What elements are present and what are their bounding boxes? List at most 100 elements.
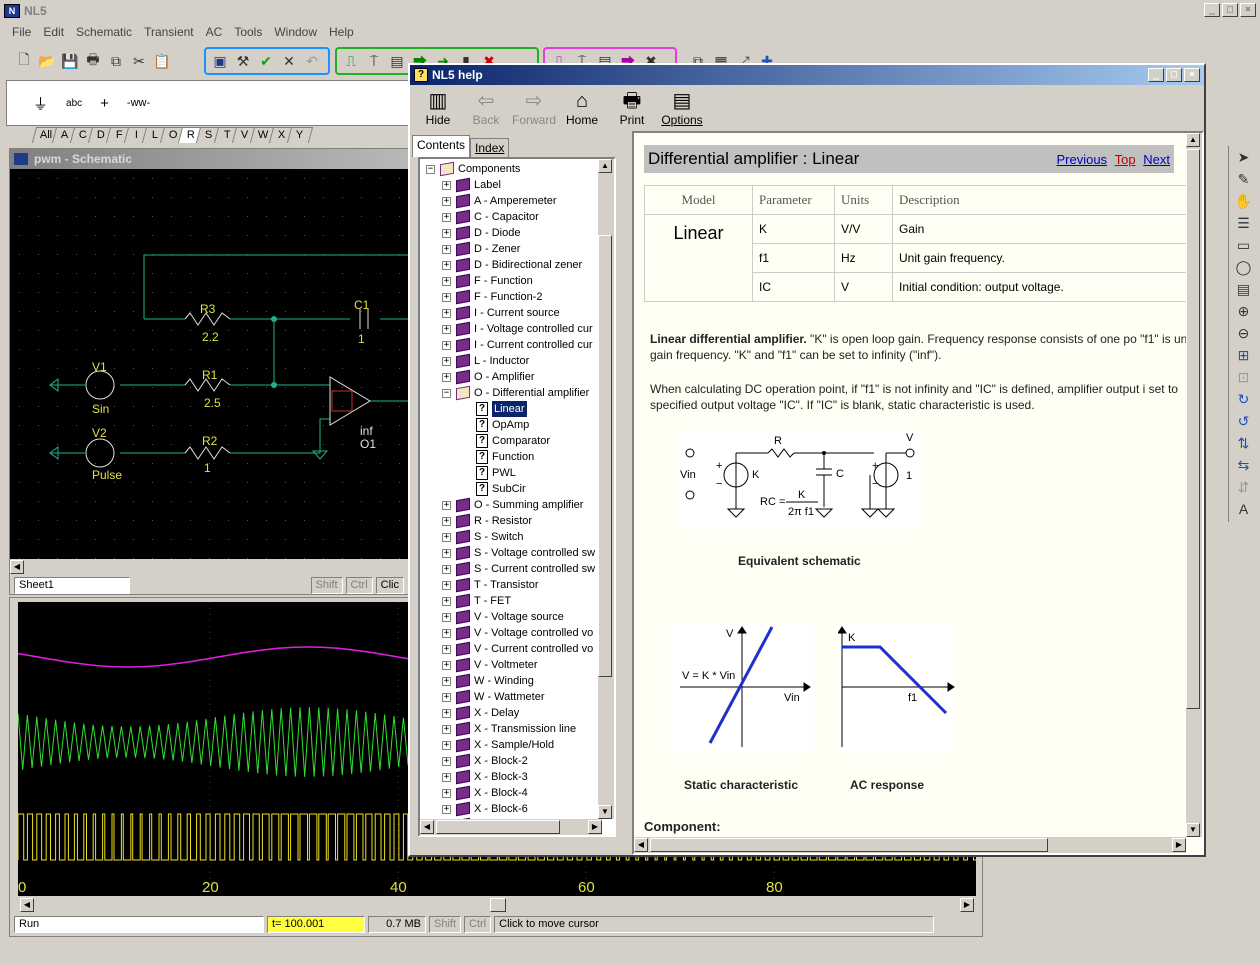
print-button[interactable]: 🖶 Print bbox=[608, 89, 656, 127]
tree-item[interactable]: + X - Delay bbox=[420, 705, 614, 721]
expand-icon[interactable]: + bbox=[442, 597, 451, 606]
tree-vscroll[interactable]: ▲ ▼ bbox=[598, 159, 614, 819]
expand-icon[interactable]: + bbox=[442, 661, 451, 670]
tree-item[interactable]: − O - Differential amplifier bbox=[420, 385, 614, 401]
expand-icon[interactable]: + bbox=[442, 805, 451, 814]
tree-item[interactable]: + D - Bidirectional zener bbox=[420, 257, 614, 273]
wave-scroll-right[interactable]: ▶ bbox=[960, 898, 974, 912]
zoom-in-icon[interactable]: ⊕ bbox=[1233, 300, 1255, 322]
expand-icon[interactable]: + bbox=[442, 341, 451, 350]
new-file-icon[interactable]: 🗋 bbox=[14, 51, 34, 71]
expand-icon[interactable]: + bbox=[442, 181, 451, 190]
expand-icon[interactable]: + bbox=[442, 501, 451, 510]
expand-icon[interactable]: + bbox=[442, 613, 451, 622]
pencil-icon[interactable]: ✎ bbox=[1233, 168, 1255, 190]
select-arrow-icon[interactable]: ➤ bbox=[1233, 146, 1255, 168]
tree-scroll-down[interactable]: ▼ bbox=[598, 805, 612, 819]
content-scroll-left[interactable]: ◀ bbox=[634, 838, 648, 852]
tree-item[interactable]: + D - Diode bbox=[420, 225, 614, 241]
rotate-cw-icon[interactable]: ↻ bbox=[1233, 388, 1255, 410]
expand-icon[interactable]: + bbox=[442, 549, 451, 558]
tree-item[interactable]: + X - Block-4 bbox=[420, 785, 614, 801]
tree-item[interactable]: + O - Summing amplifier bbox=[420, 497, 614, 513]
tree-item[interactable]: + L - Inductor bbox=[420, 353, 614, 369]
tree-item[interactable]: + C - Capacitor bbox=[420, 209, 614, 225]
menu-file[interactable]: File bbox=[6, 25, 37, 39]
zoom-box-icon[interactable]: ⊡ bbox=[1233, 366, 1255, 388]
tree-hscroll[interactable]: ◀ ▶ bbox=[420, 819, 602, 835]
tree-item[interactable]: + X - Block-6 bbox=[420, 801, 614, 817]
print-icon[interactable]: 🖶 bbox=[83, 51, 103, 71]
tree-item[interactable]: + I - Voltage controlled cur bbox=[420, 321, 614, 337]
forward-button[interactable]: ⇨ Forward bbox=[510, 89, 558, 127]
swap-icon[interactable]: ⇵ bbox=[1233, 476, 1255, 498]
tree-item[interactable]: + X - Transmission line bbox=[420, 721, 614, 737]
menu-schematic[interactable]: Schematic bbox=[70, 25, 138, 39]
menu-transient[interactable]: Transient bbox=[138, 25, 200, 39]
probe-icon[interactable]: ⍑ bbox=[364, 51, 384, 71]
tree-item[interactable]: + V - Current controlled vo bbox=[420, 641, 614, 657]
wave-scroll-left[interactable]: ◀ bbox=[20, 898, 34, 912]
menu-help[interactable]: Help bbox=[323, 25, 360, 39]
label-symbol[interactable]: abc bbox=[66, 98, 82, 109]
tab-contents[interactable]: Contents bbox=[412, 135, 471, 157]
expand-icon[interactable]: + bbox=[442, 789, 451, 798]
align-icon[interactable]: ☰ bbox=[1233, 212, 1255, 234]
menu-edit[interactable]: Edit bbox=[37, 25, 70, 39]
collapse-icon[interactable]: − bbox=[426, 165, 435, 174]
tree-item[interactable]: + D - Zener bbox=[420, 241, 614, 257]
tree-item[interactable]: − Components bbox=[420, 161, 614, 177]
content-scroll-up[interactable]: ▲ bbox=[1186, 133, 1200, 147]
tree-hscroll-thumb[interactable] bbox=[436, 820, 560, 834]
tree-item[interactable]: + W - Winding bbox=[420, 673, 614, 689]
waveform-hscroll[interactable]: ◀ ▶ bbox=[18, 897, 976, 913]
expand-icon[interactable]: + bbox=[442, 741, 451, 750]
tree-item[interactable]: + S - Voltage controlled sw bbox=[420, 545, 614, 561]
options-button[interactable]: ▤ Options bbox=[658, 89, 706, 127]
collapse-icon[interactable]: − bbox=[442, 389, 451, 398]
previous-link[interactable]: Previous bbox=[1056, 152, 1107, 167]
expand-icon[interactable]: + bbox=[442, 693, 451, 702]
expand-icon[interactable]: + bbox=[442, 581, 451, 590]
menu-window[interactable]: Window bbox=[268, 25, 323, 39]
close-button[interactable]: × bbox=[1240, 3, 1256, 17]
expand-icon[interactable]: + bbox=[442, 757, 451, 766]
open-file-icon[interactable]: 📂 bbox=[37, 51, 57, 71]
undo-icon[interactable]: ↶ bbox=[302, 51, 322, 71]
expand-icon[interactable]: + bbox=[442, 725, 451, 734]
tree-item[interactable]: + V - Voltage source bbox=[420, 609, 614, 625]
tree-item[interactable]: + I - Current source bbox=[420, 305, 614, 321]
tree-item[interactable]: + S - Current controlled sw bbox=[420, 561, 614, 577]
tree-scroll-right[interactable]: ▶ bbox=[588, 820, 602, 834]
tools-icon[interactable]: ⚒ bbox=[233, 51, 253, 71]
scroll-left-button[interactable]: ◀ bbox=[10, 560, 24, 574]
tree-item[interactable]: ? PWL bbox=[420, 465, 614, 481]
tree-scroll-thumb[interactable] bbox=[598, 235, 612, 677]
expand-icon[interactable]: + bbox=[442, 629, 451, 638]
junction-symbol[interactable]: + bbox=[100, 95, 109, 112]
flip-vertical-icon[interactable]: ⇅ bbox=[1233, 432, 1255, 454]
expand-icon[interactable]: + bbox=[442, 309, 451, 318]
tree-item[interactable]: + F - Function bbox=[420, 273, 614, 289]
content-hscroll[interactable]: ◀ ▶ bbox=[634, 837, 1186, 853]
menu-ac[interactable]: AC bbox=[200, 25, 229, 39]
expand-icon[interactable]: + bbox=[442, 261, 451, 270]
rotate-ccw-icon[interactable]: ↺ bbox=[1233, 410, 1255, 432]
tree-scroll-left[interactable]: ◀ bbox=[420, 820, 434, 834]
delete-icon[interactable]: ✕ bbox=[279, 51, 299, 71]
tree-scroll-up[interactable]: ▲ bbox=[598, 159, 612, 173]
tree-item[interactable]: + X - Block-2 bbox=[420, 753, 614, 769]
tree-item[interactable]: + O - Amplifier bbox=[420, 369, 614, 385]
rectangle-icon[interactable]: ▭ bbox=[1233, 234, 1255, 256]
expand-icon[interactable]: + bbox=[442, 197, 451, 206]
expand-icon[interactable]: + bbox=[442, 293, 451, 302]
save-icon[interactable]: 💾 bbox=[60, 51, 80, 71]
tree-item[interactable]: + X - Sample/Hold bbox=[420, 737, 614, 753]
transient-icon[interactable]: ⎍ bbox=[341, 51, 361, 71]
run-tab[interactable]: Run bbox=[14, 916, 264, 933]
hand-icon[interactable]: ✋ bbox=[1233, 190, 1255, 212]
tree-item[interactable]: + W - Wattmeter bbox=[420, 689, 614, 705]
check-icon[interactable]: ✔ bbox=[256, 51, 276, 71]
expand-icon[interactable]: + bbox=[442, 357, 451, 366]
tree-item[interactable]: + T - FET bbox=[420, 593, 614, 609]
